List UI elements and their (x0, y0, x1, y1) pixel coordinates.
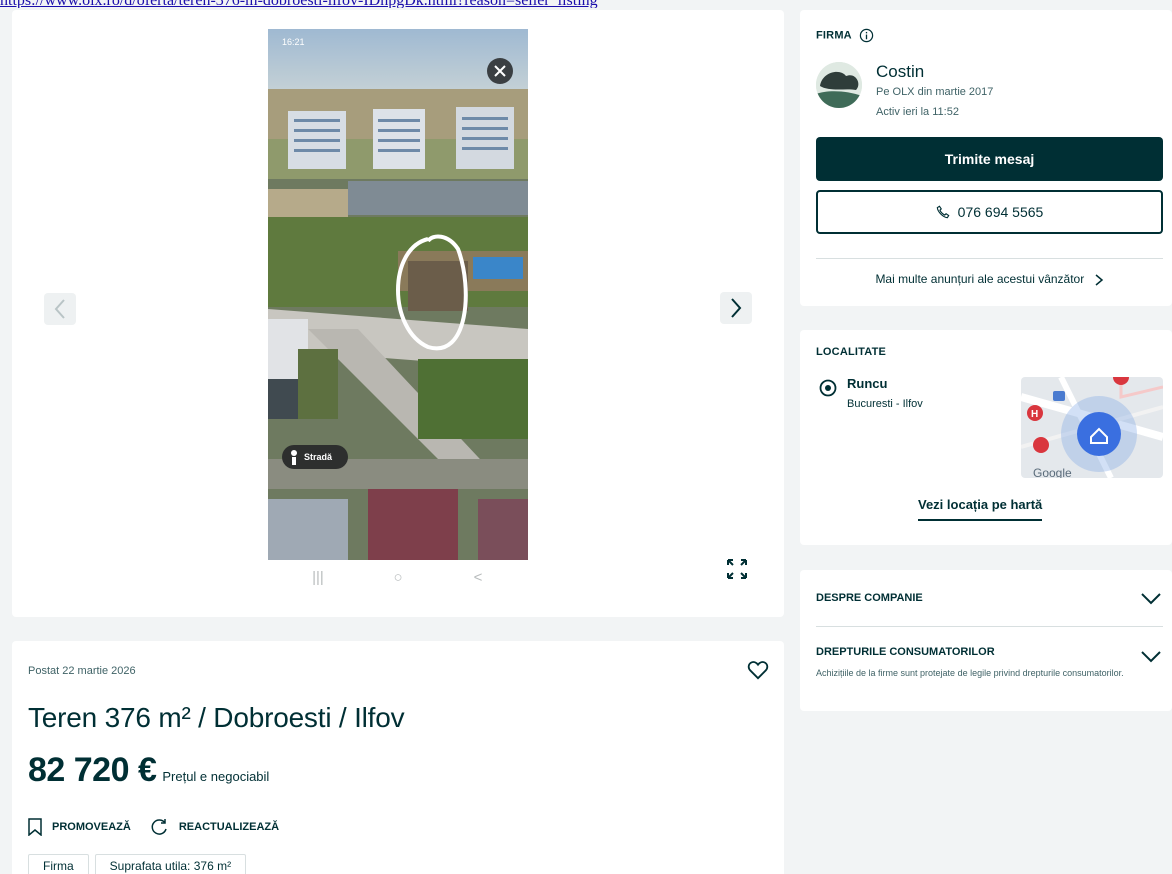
company-divider (816, 626, 1163, 627)
location-map[interactable]: H Google (1021, 377, 1163, 478)
gallery-next-button[interactable] (720, 292, 752, 324)
about-company-toggle[interactable]: DESPRE COMPANIE (816, 592, 923, 604)
seller-divider (816, 258, 1163, 259)
chevron-down-icon[interactable] (1140, 650, 1162, 664)
promote-label: PROMOVEAZĂ (52, 821, 131, 833)
posted-date: Postat 22 martie 2026 (28, 665, 136, 677)
price-row: 82 720 € Prețul e negociabil (28, 751, 269, 790)
svg-text:16:21: 16:21 (282, 37, 305, 47)
seller-section-label: FIRMA (816, 28, 874, 43)
seller-type-label: FIRMA (816, 29, 852, 42)
reactivate-button[interactable]: REACTUALIZEAZĂ (149, 817, 279, 837)
chevron-left-icon (54, 299, 65, 319)
expand-icon[interactable] (725, 557, 749, 581)
location-pin-icon (819, 379, 837, 397)
page-url-link[interactable]: https://www.olx.ro/d/oferta/teren-376-m-… (0, 0, 1172, 8)
consumer-rights-description: Achizițiile de la firme sunt protejate d… (816, 668, 1124, 678)
chevron-right-icon (731, 298, 742, 318)
seller-last-active: Activ ieri la 11:52 (876, 106, 959, 118)
listing-tags: Firma Suprafata utila: 376 m² (28, 854, 247, 874)
image-gallery: 16:21 Stradă ||| ○ < (12, 10, 784, 617)
gallery-prev-button[interactable] (44, 293, 76, 325)
listing-title: Teren 376 m² / Dobroesti / Ilfov (28, 702, 405, 733)
phone-nav-bar: ||| ○ < (268, 560, 528, 594)
tag-seller-type: Firma (28, 854, 89, 874)
svg-text:H: H (1031, 409, 1038, 420)
avatar (816, 62, 862, 108)
recent-apps-icon: ||| (312, 568, 324, 586)
more-ads-link[interactable]: Mai multe anunțuri ale acestui vânzător (816, 272, 1163, 286)
seller-name: Costin (876, 62, 925, 81)
location-home-marker-icon (1077, 412, 1121, 456)
consumer-rights-toggle[interactable]: DREPTURILE CONSUMATORILOR (816, 646, 995, 658)
info-icon[interactable] (859, 28, 874, 43)
back-icon: < (473, 568, 483, 586)
location-section-label: LOCALITATE (816, 346, 887, 358)
home-icon: ○ (393, 568, 403, 586)
phone-button[interactable]: 076 694 5565 (816, 190, 1163, 234)
bookmark-icon (28, 818, 42, 836)
svg-text:Google: Google (1033, 466, 1072, 478)
seller-since: Pe OLX din martie 2017 (876, 86, 994, 98)
aerial-photo: 16:21 (268, 29, 528, 560)
location-card: LOCALITATE Runcu Bucuresti - Ilfov H Goo… (800, 330, 1172, 545)
phone-number: 076 694 5565 (957, 204, 1044, 220)
street-view-label: Stradă (304, 452, 333, 462)
listing-details: Postat 22 martie 2026 Teren 376 m² / Dob… (12, 641, 784, 874)
phone-icon (936, 205, 950, 219)
seller-card: FIRMA Costin Pe OLX din martie 2017 Acti… (800, 10, 1172, 306)
company-info-card: DESPRE COMPANIE DREPTURILE CONSUMATORILO… (800, 570, 1172, 711)
listing-actions: PROMOVEAZĂ REACTUALIZEAZĂ (28, 817, 279, 837)
listing-photo[interactable]: 16:21 Stradă (268, 29, 528, 560)
view-map-link[interactable]: Vezi locația pe hartă (918, 497, 1043, 521)
chevron-down-icon[interactable] (1140, 592, 1162, 606)
refresh-icon (151, 819, 167, 835)
negotiable-label: Prețul e negociabil (162, 769, 270, 784)
listing-price: 82 720 € (28, 751, 157, 789)
tag-surface: Suprafata utila: 376 m² (94, 854, 247, 874)
heart-icon[interactable] (747, 660, 769, 680)
reactivate-label: REACTUALIZEAZĂ (178, 821, 280, 833)
location-region: Bucuresti - Ilfov (847, 398, 923, 410)
more-ads-label: Mai multe anunțuri ale acestui vânzător (875, 272, 1085, 286)
chevron-right-icon (1095, 274, 1103, 286)
promote-button[interactable]: PROMOVEAZĂ (28, 818, 131, 836)
location-city: Runcu (847, 376, 888, 391)
send-message-button[interactable]: Trimite mesaj (816, 137, 1163, 181)
